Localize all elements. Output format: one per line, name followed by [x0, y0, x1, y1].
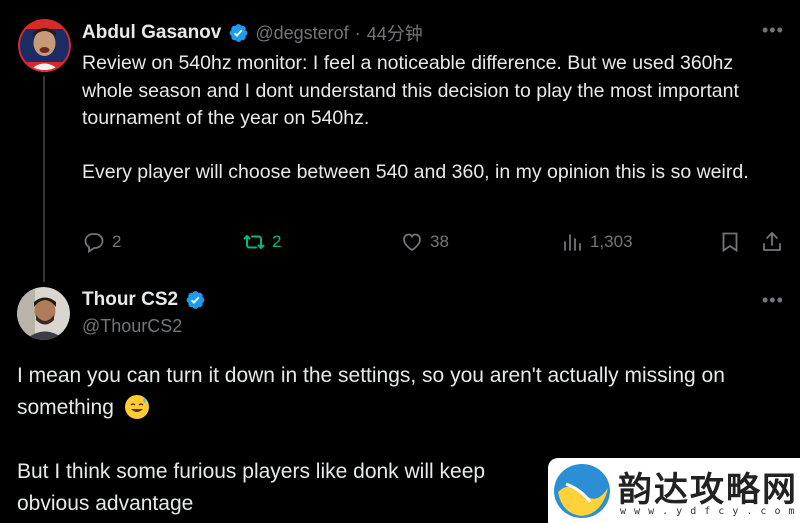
reply-count: 2 [112, 232, 122, 251]
repost-button[interactable]: 2 [242, 230, 281, 254]
timestamp[interactable]: 44分钟 [367, 20, 423, 46]
watermark-logo-icon [554, 464, 610, 518]
author-name[interactable]: Abdul Gasanov [82, 22, 221, 44]
thread-connector [43, 76, 45, 282]
reply-icon [84, 233, 104, 254]
watermark-title: 韵达攻略网 [618, 470, 798, 510]
repost-icon [243, 235, 265, 249]
share-button[interactable] [760, 230, 784, 259]
verified-badge-icon [186, 291, 205, 309]
author-handle[interactable]: @ThourCS2 [82, 316, 182, 337]
views-icon [564, 234, 581, 251]
author-name[interactable]: Thour CS2 [82, 289, 178, 311]
tweet1-header: Abdul Gasanov @degsterof · 44分钟 [82, 20, 423, 46]
avatar-thour[interactable] [17, 287, 70, 340]
sweat-smile-emoji-icon [124, 395, 149, 419]
views-count: 1,303 [590, 232, 633, 251]
tweet1-paragraph-2: Every player will choose between 540 and… [82, 160, 749, 183]
heart-icon [403, 233, 421, 252]
author-handle[interactable]: @degsterof [255, 23, 348, 44]
more-options-icon[interactable]: ••• [762, 20, 784, 41]
share-icon [763, 232, 781, 251]
tweet2-header: Thour CS2 [82, 289, 206, 311]
like-button[interactable]: 38 [400, 230, 449, 254]
views-button[interactable]: 1,303 [560, 230, 633, 254]
tweet1-paragraph-1: Review on 540hz monitor: I feel a notice… [82, 52, 739, 129]
tweet2-paragraph-1: I mean you can turn it down in the setti… [17, 364, 725, 419]
watermark-url: w w w . y d f c y . c o m [620, 506, 796, 517]
more-options-icon[interactable]: ••• [762, 290, 784, 311]
bookmark-button[interactable] [718, 230, 742, 259]
tweet1-text: Review on 540hz monitor: I feel a notice… [82, 50, 787, 186]
separator-dot: · [354, 22, 361, 43]
watermark-badge: 韵达攻略网 w w w . y d f c y . c o m [548, 458, 800, 523]
reply-button[interactable]: 2 [82, 230, 121, 254]
bookmark-icon [722, 232, 738, 253]
avatar-abdul[interactable] [18, 19, 71, 72]
like-count: 38 [430, 232, 449, 251]
verified-badge-icon [229, 24, 248, 42]
repost-count: 2 [272, 232, 282, 251]
